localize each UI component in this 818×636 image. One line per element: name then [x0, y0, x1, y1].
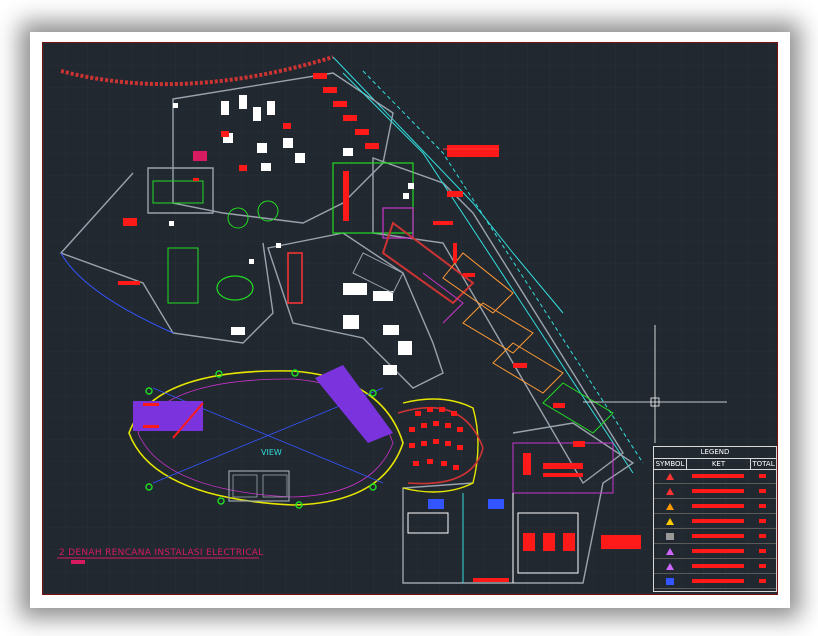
legend-ket-text	[692, 519, 744, 523]
cad-drawing-canvas[interactable]: VIEW 2 DENAH RENCANA INSTALASI ELECTRICA…	[42, 42, 778, 595]
legend-row	[654, 500, 776, 514]
legend-total-value	[759, 474, 766, 478]
legend-row	[654, 575, 776, 589]
legend-ket-text	[692, 504, 744, 508]
legend-total-value	[759, 519, 766, 523]
triangle-icon	[666, 518, 674, 525]
hall-label: VIEW	[261, 448, 282, 457]
square-icon	[666, 533, 674, 540]
square-icon	[666, 578, 674, 585]
legend-row	[654, 530, 776, 544]
legend-total-value	[759, 549, 766, 553]
legend-row	[654, 470, 776, 484]
legend-ket-text	[692, 549, 744, 553]
legend-total-value	[759, 564, 766, 568]
triangle-icon	[666, 488, 674, 495]
legend-ket-text	[692, 489, 744, 493]
drawing-title: 2 DENAH RENCANA INSTALASI ELECTRICAL	[59, 548, 264, 558]
legend-table: LEGEND SYMBOL KET TOTAL	[653, 446, 777, 592]
legend-row	[654, 560, 776, 574]
legend-total-value	[759, 534, 766, 538]
legend-ket-text	[692, 534, 744, 538]
legend-title: LEGEND	[654, 447, 776, 459]
legend-row	[654, 485, 776, 499]
triangle-icon	[666, 503, 674, 510]
legend-col-total: TOTAL	[751, 460, 776, 470]
triangle-icon	[666, 563, 674, 570]
title-scale-mark	[71, 560, 85, 564]
legend-col-ket: KET	[687, 459, 751, 470]
legend-ket-text	[692, 579, 744, 583]
legend-ket-text	[692, 474, 744, 478]
triangle-icon	[666, 473, 674, 480]
legend-row	[654, 545, 776, 559]
legend-col-symbol: SYMBOL	[654, 459, 687, 470]
triangle-icon	[666, 548, 674, 555]
legend-total-value	[759, 489, 766, 493]
legend-ket-text	[692, 564, 744, 568]
legend-row	[654, 515, 776, 529]
legend-total-value	[759, 579, 766, 583]
legend-total-value	[759, 504, 766, 508]
